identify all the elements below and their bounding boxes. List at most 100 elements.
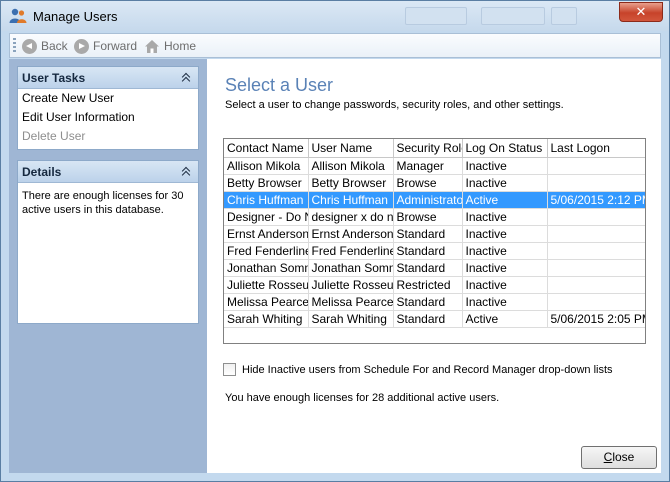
cell-log-on-status: Inactive bbox=[462, 208, 548, 226]
cell-user-name: Jonathan Sommers bbox=[308, 259, 394, 277]
cell-security-role: Browse bbox=[393, 208, 463, 226]
cell-contact-name: Designer - Do Not Delete bbox=[224, 208, 309, 226]
cell-log-on-status: Inactive bbox=[462, 276, 548, 294]
cell-log-on-status: Inactive bbox=[462, 225, 548, 243]
cell-security-role: Standard bbox=[393, 310, 463, 328]
hide-inactive-label[interactable]: Hide Inactive users from Schedule For an… bbox=[242, 364, 613, 376]
cell-contact-name: Allison Mikola bbox=[224, 157, 309, 175]
back-arrow-icon bbox=[22, 38, 37, 54]
table-row[interactable]: Designer - Do Not Delete designer x do n… bbox=[224, 208, 645, 226]
cell-security-role: Standard bbox=[393, 293, 463, 311]
cell-last-logon bbox=[547, 242, 645, 260]
hide-inactive-option[interactable]: Hide Inactive users from Schedule For an… bbox=[223, 363, 613, 376]
cell-user-name: Allison Mikola bbox=[308, 157, 394, 175]
home-label: Home bbox=[164, 39, 197, 53]
page-subtitle: Select a user to change passwords, secur… bbox=[225, 99, 564, 111]
toolbar-grip bbox=[13, 38, 16, 53]
cell-last-logon bbox=[547, 276, 645, 294]
details-license-text: There are enough licenses for 30 active … bbox=[22, 190, 184, 216]
cell-security-role: Restricted bbox=[393, 276, 463, 294]
cell-contact-name: Melissa Pearce bbox=[224, 293, 309, 311]
table-row[interactable]: Ernst Anderson Ernst Anderson Standard I… bbox=[224, 225, 645, 243]
cell-last-logon: 5/06/2015 2:05 PM bbox=[547, 310, 645, 328]
cell-user-name: Melissa Pearce bbox=[308, 293, 394, 311]
cell-log-on-status: Inactive bbox=[462, 293, 548, 311]
cell-security-role: Standard bbox=[393, 225, 463, 243]
forward-label: Forward bbox=[93, 39, 138, 53]
task-edit-user-information[interactable]: Edit User Information bbox=[18, 108, 198, 127]
cell-security-role: Standard bbox=[393, 259, 463, 277]
manage-users-window: Manage Users ✕ Back Forward Home User Ta… bbox=[0, 0, 670, 482]
cell-security-role: Administrator bbox=[393, 191, 463, 209]
cell-log-on-status: Active bbox=[462, 191, 548, 209]
cell-last-logon: 5/06/2015 2:12 PM bbox=[547, 191, 645, 209]
cell-security-role: Browse bbox=[393, 174, 463, 192]
cell-user-name: Sarah Whiting bbox=[308, 310, 394, 328]
table-row[interactable]: Jonathan Sommers Jonathan Sommers Standa… bbox=[224, 259, 645, 277]
back-label: Back bbox=[41, 39, 68, 53]
forward-button[interactable]: Forward bbox=[74, 37, 137, 55]
cell-last-logon bbox=[547, 225, 645, 243]
cell-last-logon bbox=[547, 259, 645, 277]
grid-header-row: Contact Name User Name Security Role Log… bbox=[224, 139, 645, 158]
cell-last-logon bbox=[547, 293, 645, 311]
close-button[interactable]: Close bbox=[581, 446, 657, 469]
cell-log-on-status: Inactive bbox=[462, 174, 548, 192]
table-row[interactable]: Sarah Whiting Sarah Whiting Standard Act… bbox=[224, 310, 645, 328]
cell-contact-name: Fred Fenderline bbox=[224, 242, 309, 260]
cell-security-role: Manager bbox=[393, 157, 463, 175]
column-header-security-role[interactable]: Security Role bbox=[393, 139, 463, 158]
user-tasks-header[interactable]: User Tasks bbox=[18, 67, 198, 89]
home-button[interactable]: Home bbox=[144, 37, 196, 55]
user-tasks-title: User Tasks bbox=[22, 70, 86, 85]
column-header-log-on-status[interactable]: Log On Status bbox=[462, 139, 548, 158]
cell-security-role: Standard bbox=[393, 242, 463, 260]
cell-user-name: Chris Huffman bbox=[308, 191, 394, 209]
details-section: Details There are enough licenses for 30… bbox=[17, 160, 199, 324]
users-icon bbox=[9, 8, 27, 23]
cell-user-name: designer x do not delete bbox=[308, 208, 394, 226]
cell-last-logon bbox=[547, 208, 645, 226]
cell-last-logon bbox=[547, 157, 645, 175]
table-row[interactable]: Juliette Rosseux Juliette Rosseux Restri… bbox=[224, 276, 645, 294]
task-delete-user: Delete User bbox=[22, 129, 86, 143]
column-header-contact-name[interactable]: Contact Name bbox=[224, 139, 309, 158]
window-close-button[interactable]: ✕ bbox=[619, 2, 663, 22]
cell-log-on-status: Inactive bbox=[462, 157, 548, 175]
main-content: Select a User Select a user to change pa… bbox=[207, 59, 661, 473]
cell-contact-name: Chris Huffman bbox=[224, 191, 309, 209]
user-tasks-section: User Tasks Create New User Edit User Inf… bbox=[17, 66, 199, 150]
cell-log-on-status: Inactive bbox=[462, 259, 548, 277]
column-header-user-name[interactable]: User Name bbox=[308, 139, 394, 158]
cell-user-name: Ernst Anderson bbox=[308, 225, 394, 243]
forward-arrow-icon bbox=[74, 38, 89, 54]
table-row-selected[interactable]: Chris Huffman Chris Huffman Administrato… bbox=[224, 191, 645, 209]
task-create-new-user[interactable]: Create New User bbox=[18, 89, 198, 108]
task-pane: User Tasks Create New User Edit User Inf… bbox=[9, 59, 207, 473]
column-header-last-logon[interactable]: Last Logon bbox=[547, 139, 645, 158]
cell-log-on-status: Inactive bbox=[462, 242, 548, 260]
cell-contact-name: Sarah Whiting bbox=[224, 310, 309, 328]
table-row[interactable]: Melissa Pearce Melissa Pearce Standard I… bbox=[224, 293, 645, 311]
page-title: Select a User bbox=[225, 75, 334, 95]
background-ghost-field bbox=[405, 7, 467, 25]
title-bar[interactable]: Manage Users ✕ bbox=[1, 1, 669, 31]
navigation-toolbar: Back Forward Home bbox=[9, 33, 661, 58]
cell-user-name: Betty Browser bbox=[308, 174, 394, 192]
collapse-chevron-icon[interactable] bbox=[182, 73, 191, 82]
table-row[interactable]: Allison Mikola Allison Mikola Manager In… bbox=[224, 157, 645, 175]
cell-last-logon bbox=[547, 174, 645, 192]
home-icon bbox=[145, 39, 159, 53]
back-button[interactable]: Back bbox=[22, 37, 68, 55]
cell-user-name: Juliette Rosseux bbox=[308, 276, 394, 294]
cell-contact-name: Juliette Rosseux bbox=[224, 276, 309, 294]
background-ghost-field bbox=[481, 7, 545, 25]
table-row[interactable]: Betty Browser Betty Browser Browse Inact… bbox=[224, 174, 645, 192]
cell-contact-name: Betty Browser bbox=[224, 174, 309, 192]
cell-log-on-status: Active bbox=[462, 310, 548, 328]
users-grid[interactable]: Contact Name User Name Security Role Log… bbox=[223, 138, 646, 344]
collapse-chevron-icon[interactable] bbox=[182, 167, 191, 176]
details-header[interactable]: Details bbox=[18, 161, 198, 183]
table-row[interactable]: Fred Fenderline Fred Fenderline Standard… bbox=[224, 242, 645, 260]
hide-inactive-checkbox[interactable] bbox=[223, 363, 236, 376]
